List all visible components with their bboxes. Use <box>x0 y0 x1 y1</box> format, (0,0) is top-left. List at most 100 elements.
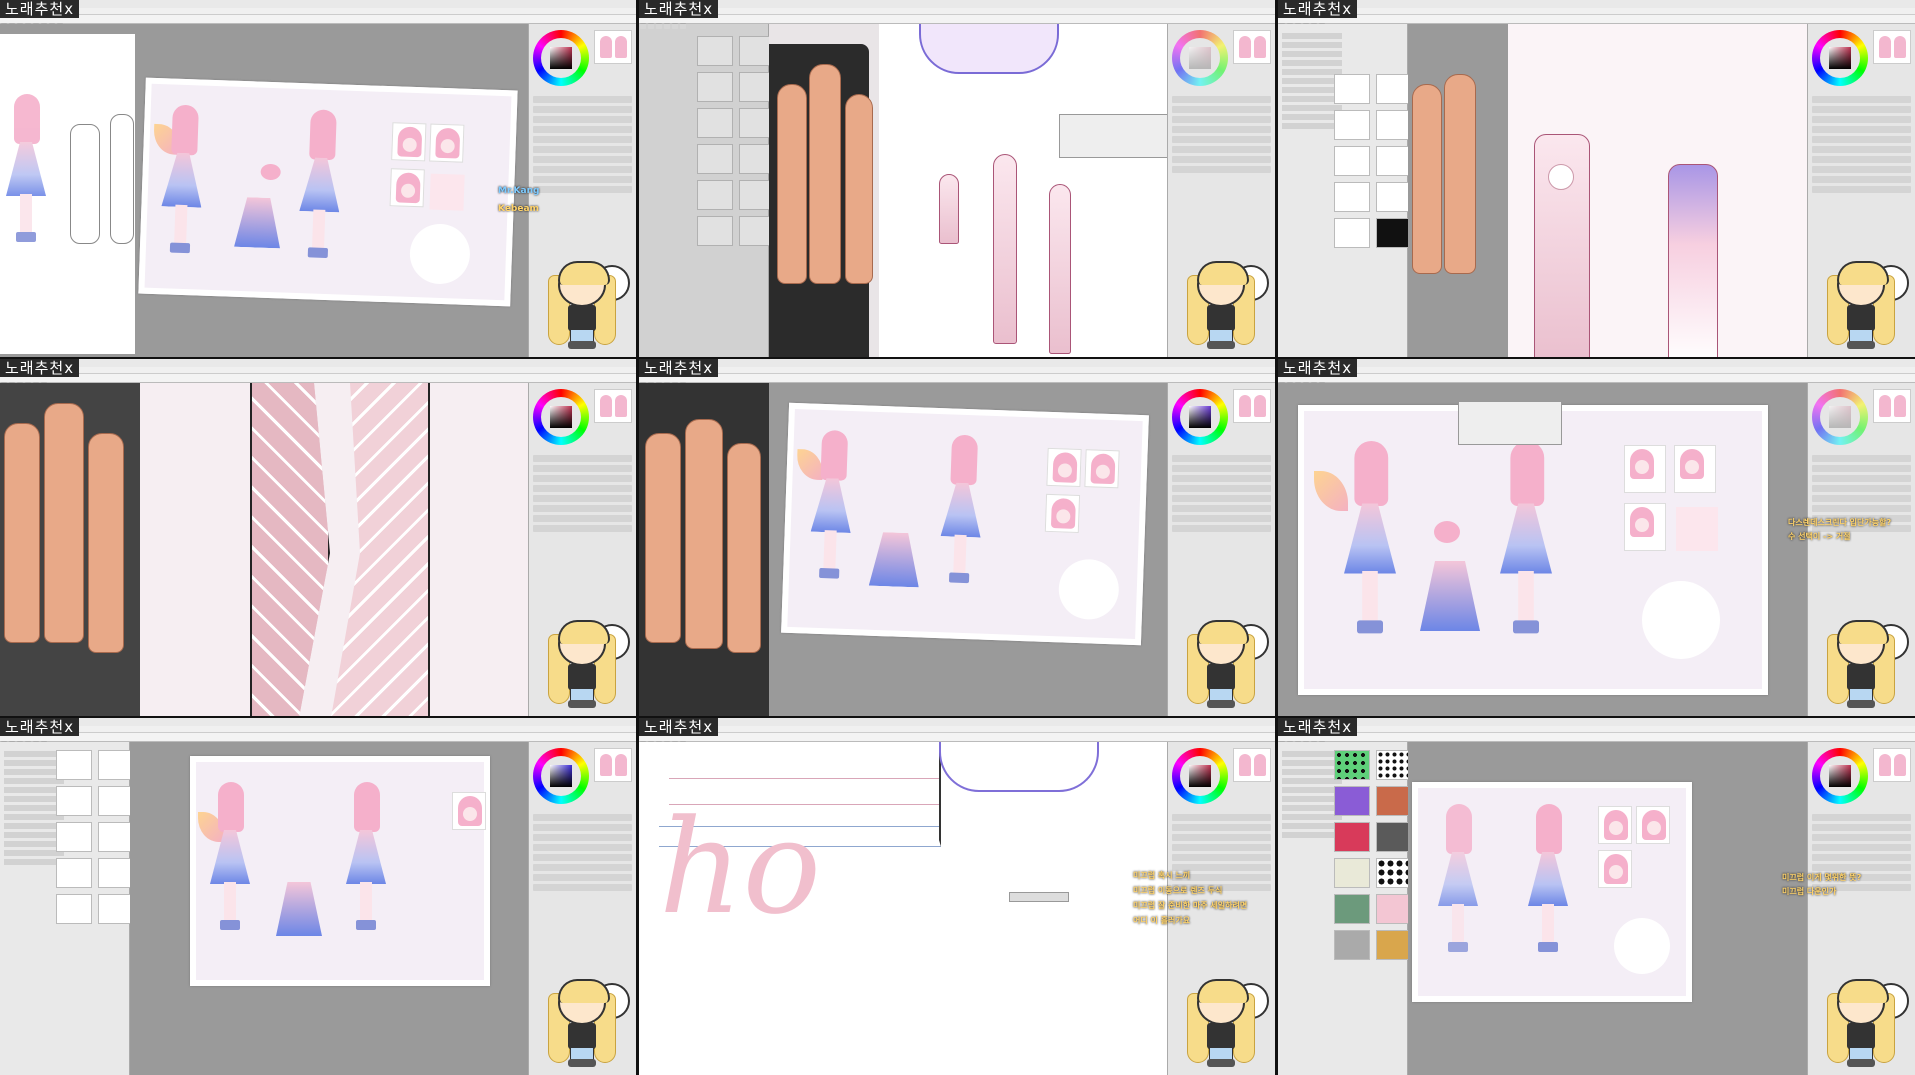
drawing-canvas <box>140 383 528 716</box>
character-front <box>1438 804 1478 954</box>
material-panel[interactable] <box>0 742 134 1075</box>
nail-tip <box>939 174 959 244</box>
navigator-thumbnail[interactable] <box>1233 748 1271 782</box>
dress-detail <box>276 882 322 936</box>
bag-detail <box>1434 521 1460 543</box>
toolbar[interactable] <box>639 733 1275 747</box>
navigator-thumbnail[interactable] <box>1873 389 1911 423</box>
chat-message-3: 미끄럽 잘 준비한 마주 세일하려면 <box>1133 901 1248 910</box>
navigator-thumbnail[interactable] <box>1233 389 1271 423</box>
chat-message-1: 미끄럽 이게 몇위한 뜻? <box>1782 873 1862 882</box>
bow-detail <box>919 24 1059 74</box>
settings-dialog[interactable] <box>1458 401 1562 445</box>
navigator-thumbnail[interactable] <box>1873 30 1911 64</box>
thumbnail-panel-2[interactable]: 노래추천x <box>639 0 1275 357</box>
material-panel[interactable] <box>1278 742 1412 1075</box>
menu-bar[interactable] <box>0 726 636 733</box>
thumbnail-panel-5[interactable]: 노래추천x <box>639 359 1275 716</box>
character-back <box>1500 441 1552 636</box>
canvas-area[interactable] <box>1408 24 1807 357</box>
brush-panel[interactable] <box>639 24 775 357</box>
stocking-pattern <box>250 383 330 716</box>
thumbnail-panel-3[interactable]: 노래추천x <box>1278 0 1915 357</box>
canvas-area[interactable] <box>130 742 528 1075</box>
finger <box>727 443 761 653</box>
song-request-tag: 노래추천x <box>639 359 719 377</box>
song-request-tag: 노래추천x <box>0 359 80 377</box>
color-wheel-icon[interactable] <box>533 389 593 449</box>
blonde-chibi-mascot-icon <box>542 253 630 353</box>
expression-face <box>1044 493 1081 533</box>
character-reference-sheet <box>1412 782 1692 1002</box>
stream-thumbnail-grid: 노래추천x Mr.Kang Kebeam 노래추천x 노래추천x 노래추천x 노… <box>0 0 1915 1075</box>
canvas-area[interactable] <box>1278 383 1807 716</box>
frame-material-grid[interactable] <box>56 750 134 924</box>
canvas-area[interactable]: ho <box>639 742 1167 1075</box>
thumbnail-panel-7[interactable]: 노래추천x <box>0 718 636 1075</box>
canvas-area[interactable] <box>1408 742 1807 1075</box>
material-panel[interactable] <box>1278 24 1412 357</box>
wing <box>1314 471 1348 511</box>
color-wheel-icon[interactable] <box>1812 30 1872 90</box>
canvas-area[interactable] <box>0 24 528 357</box>
chat-message-1: 미끄럽 혹시 느끼 <box>1133 871 1191 880</box>
material-grid[interactable] <box>1334 74 1412 248</box>
toolbar[interactable] <box>1278 733 1915 747</box>
blonde-chibi-mascot-icon <box>1181 612 1269 712</box>
menu-bar[interactable] <box>0 367 636 374</box>
window-title-bar <box>1278 359 1915 367</box>
color-wheel-icon[interactable] <box>1172 389 1232 449</box>
finger <box>685 419 723 649</box>
window-title-bar <box>1278 0 1915 8</box>
color-wheel-icon[interactable] <box>1172 30 1232 90</box>
thumbnail-panel-1[interactable]: 노래추천x Mr.Kang Kebeam <box>0 0 636 357</box>
navigator-thumbnail[interactable] <box>1873 748 1911 782</box>
thumbnail-panel-9[interactable]: 노래추천x 미끄럽 이게 몇위한 뜻? 미끄럽 다운인가 <box>1278 718 1915 1075</box>
thumbnail-panel-8[interactable]: 노래추천x ho 미끄럽 혹시 느끼 미끄럽 이동으로 렌즈 두식 미끄럽 잘 … <box>639 718 1275 1075</box>
color-wheel-icon[interactable] <box>1172 748 1232 808</box>
canvas-area[interactable] <box>0 383 528 716</box>
navigator-thumbnail[interactable] <box>594 389 632 423</box>
color-wheel-icon[interactable] <box>1812 748 1872 808</box>
mini-toolbar[interactable] <box>1009 892 1069 902</box>
menu-bar[interactable] <box>639 8 1275 15</box>
nail-tip <box>1668 164 1718 357</box>
color-wheel-icon[interactable] <box>533 748 593 808</box>
color-wheel-icon[interactable] <box>533 30 593 90</box>
toolbar[interactable] <box>639 15 1275 29</box>
expression-face <box>1598 806 1632 844</box>
toolbar[interactable] <box>1278 15 1915 29</box>
navigator-thumbnail[interactable] <box>1233 30 1271 64</box>
finger <box>44 403 84 643</box>
menu-bar[interactable] <box>1278 367 1915 374</box>
menu-bar[interactable] <box>1278 8 1915 15</box>
toolbar[interactable] <box>0 374 636 388</box>
drawing-canvas <box>879 24 1167 357</box>
thumbnail-panel-6[interactable]: 노래추천x 다스렌데스크린다 입단가능할? 수 선택이 -> 거절 <box>1278 359 1915 716</box>
pattern-material-grid[interactable] <box>1334 750 1412 960</box>
canvas-area[interactable] <box>769 24 1167 357</box>
dress-detail <box>234 197 282 249</box>
character-back <box>1528 804 1568 954</box>
toolbar[interactable] <box>0 15 636 29</box>
settings-dialog[interactable] <box>1059 114 1167 158</box>
menu-bar[interactable] <box>0 8 636 15</box>
navigator-thumbnail[interactable] <box>594 748 632 782</box>
color-wheel-icon[interactable] <box>1812 389 1872 449</box>
expression-face <box>1624 445 1666 493</box>
brush-grid[interactable] <box>697 36 775 246</box>
navigator-thumbnail[interactable] <box>594 30 632 64</box>
thumbnail-panel-4[interactable]: 노래추천x <box>0 359 636 716</box>
menu-bar[interactable] <box>639 367 1275 374</box>
finger <box>809 64 841 284</box>
window-title-bar <box>1278 718 1915 726</box>
song-request-tag: 노래추천x <box>1278 0 1358 18</box>
toolbar[interactable] <box>0 733 636 747</box>
menu-bar[interactable] <box>639 726 1275 733</box>
canvas-area[interactable] <box>639 383 1167 716</box>
toolbar[interactable] <box>1278 374 1915 388</box>
toolbar[interactable] <box>639 374 1275 388</box>
character-back <box>298 109 343 260</box>
stocking-pattern <box>330 383 430 716</box>
menu-bar[interactable] <box>1278 726 1915 733</box>
